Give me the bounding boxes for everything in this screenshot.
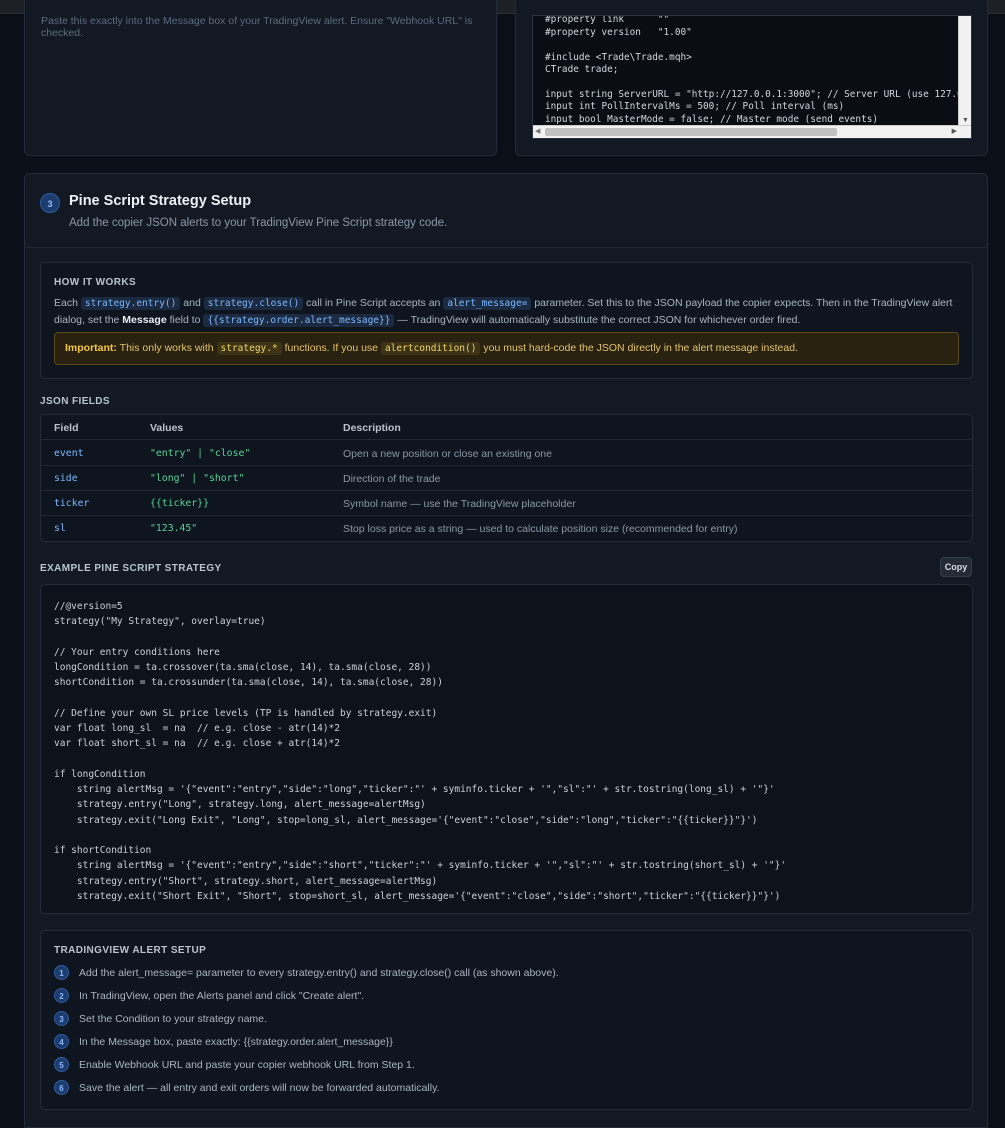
how-it-works-text: Each strategy.entry() and strategy.close… [54,297,953,327]
code-chip: strategy.close() [203,297,304,310]
field-name: ticker [54,498,90,509]
step-text: Set the Condition to your strategy name. [79,1013,267,1025]
table-row: sl "123.45" Stop loss price as a string … [41,516,972,541]
table-header-row: Field Values Description [41,415,972,440]
webhook-message-card: Paste this exactly into the Message box … [24,0,497,156]
step-number-badge: 2 [54,988,69,1003]
field-values: "123.45" [150,523,198,534]
column-header: Values [150,422,184,434]
webhook-hint: Paste this exactly into the Message box … [41,15,473,39]
field-description: Direction of the trade [343,473,441,485]
step-text: Add the alert_message= parameter to ever… [79,967,559,979]
step-subtitle: Add the copier JSON alerts to your Tradi… [69,217,448,229]
step-number-badge: 5 [54,1057,69,1072]
example-heading: EXAMPLE PINE SCRIPT STRATEGY [40,563,222,574]
example-code-block[interactable]: //@version=5 strategy("My Strategy", ove… [40,584,973,914]
alert-setup-box: TRADINGVIEW ALERT SETUP 1 Add the alert_… [40,930,973,1110]
mql-code-text: #property copyright "Copyright 2024" #pr… [545,15,971,125]
code-chip: strategy.* [216,342,282,355]
json-fields-table: Field Values Description event "entry" |… [40,414,973,542]
field-values: {{ticker}} [150,498,209,509]
important-warning: Important: This only works with strategy… [54,332,959,365]
mql-code-card: #property copyright "Copyright 2024" #pr… [515,0,988,156]
scroll-left-icon[interactable]: ◀ [535,127,540,135]
step-number-badge: 3 [54,1011,69,1026]
field-name: event [54,448,84,459]
column-header: Description [343,422,401,434]
how-it-works-heading: HOW IT WORKS [54,277,137,288]
table-row: event "entry" | "close" Open a new posit… [41,441,972,466]
horizontal-scroll-thumb[interactable] [545,128,837,136]
step-text: In TradingView, open the Alerts panel an… [79,990,365,1002]
step-number-badge: 6 [54,1080,69,1095]
pine-script-setup-card: 3 Pine Script Strategy Setup Add the cop… [24,173,988,1128]
code-chip: strategy.entry() [80,297,181,310]
step-text: Save the alert — all entry and exit orde… [79,1082,440,1094]
step-header: 3 Pine Script Strategy Setup Add the cop… [25,174,987,248]
copy-button[interactable]: Copy [940,557,972,577]
vertical-scrollbar[interactable]: ▼ [958,16,971,126]
table-row: ticker {{ticker}} Symbol name — use the … [41,491,972,516]
step-text: In the Message box, paste exactly: {{str… [79,1036,393,1048]
table-row: side "long" | "short" Direction of the t… [41,466,972,491]
step-number-badge: 1 [54,965,69,980]
horizontal-scrollbar[interactable]: ◀ ▶ [533,125,971,138]
step-title: Pine Script Strategy Setup [69,193,252,209]
alert-setup-heading: TRADINGVIEW ALERT SETUP [54,945,207,956]
scroll-down-icon[interactable]: ▼ [959,117,971,124]
code-chip: alert_message= [443,297,532,310]
field-description: Symbol name — use the TradingView placeh… [343,498,576,510]
field-values: "long" | "short" [150,473,245,484]
field-description: Open a new position or close an existing… [343,448,552,460]
column-header: Field [54,422,79,434]
code-chip: {{strategy.order.alert_message}} [203,314,395,327]
field-values: "entry" | "close" [150,448,251,459]
step-text: Enable Webhook URL and paste your copier… [79,1059,415,1071]
step-number-badge: 4 [54,1034,69,1049]
mql-code-textarea[interactable]: #property copyright "Copyright 2024" #pr… [532,15,972,139]
code-chip: alertcondition() [380,342,481,355]
scroll-right-icon[interactable]: ▶ [952,127,957,135]
field-name: sl [54,523,66,534]
field-description: Stop loss price as a string — used to ca… [343,523,738,535]
example-code-text: //@version=5 strategy("My Strategy", ove… [54,601,787,902]
field-name: side [54,473,78,484]
json-fields-heading: JSON FIELDS [40,396,110,407]
how-it-works-box: HOW IT WORKS Each strategy.entry() and s… [40,262,973,379]
step-number-badge: 3 [40,193,60,213]
